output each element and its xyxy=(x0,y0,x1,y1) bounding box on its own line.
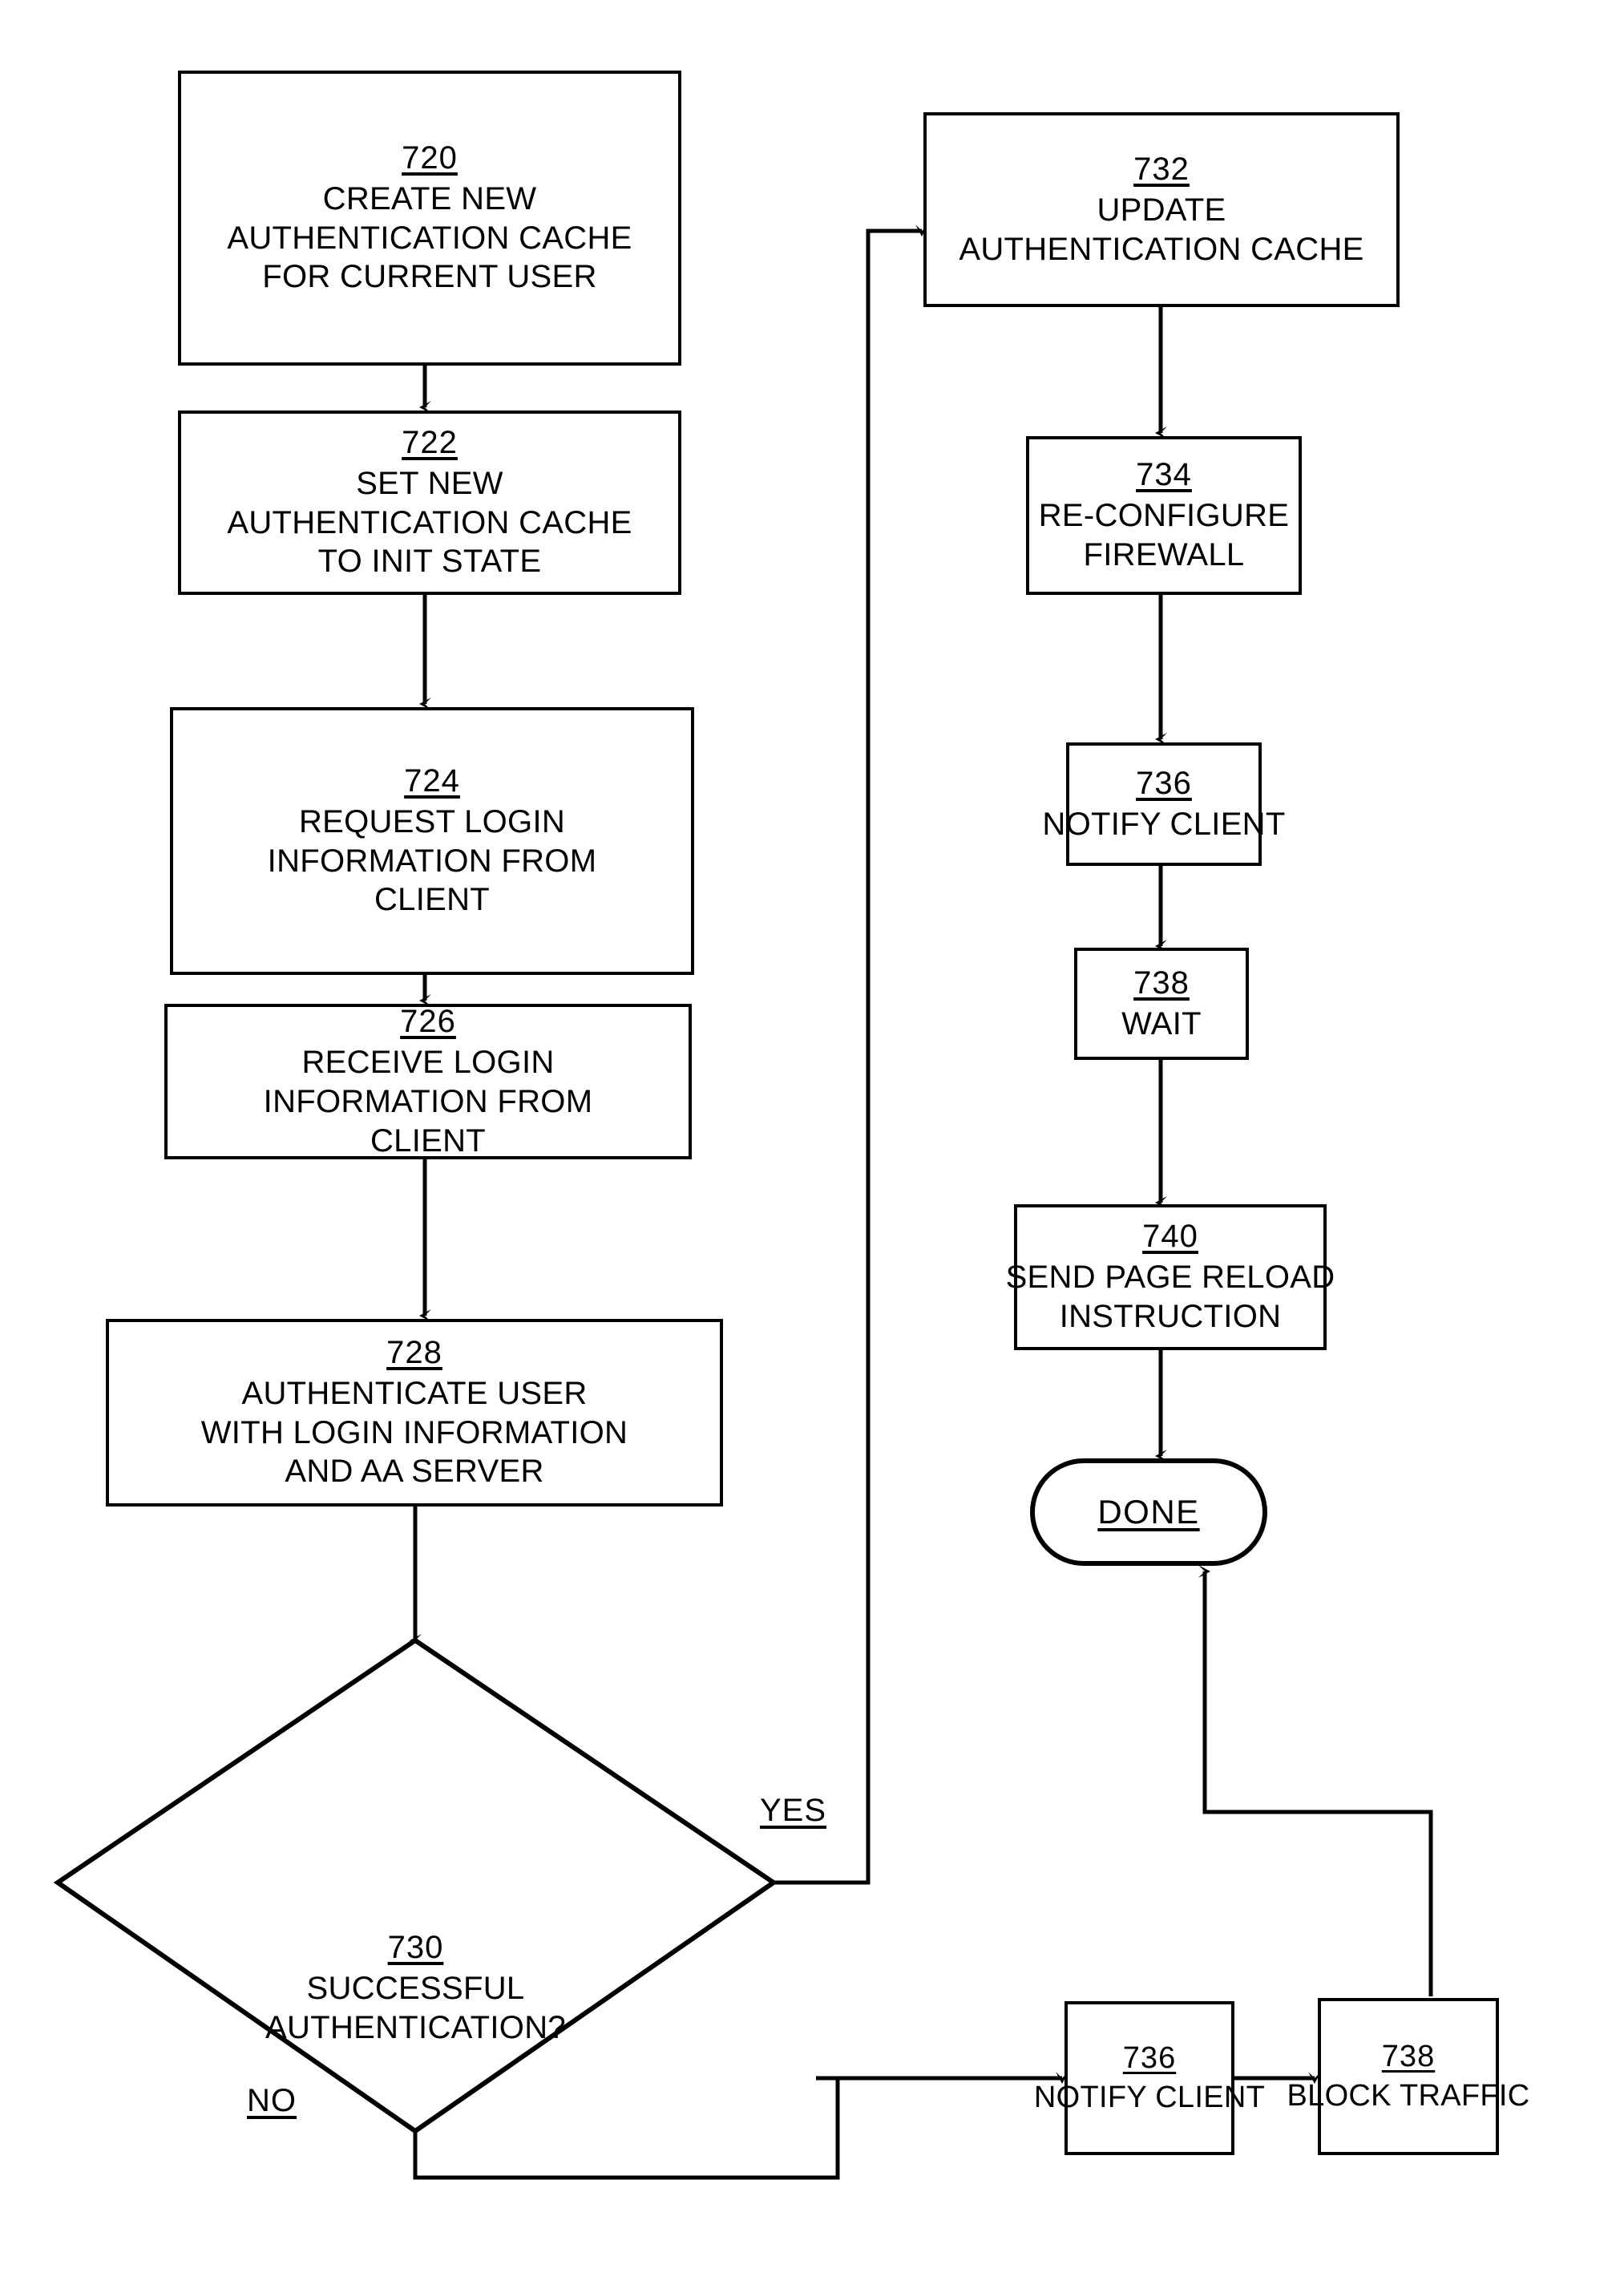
step-number-740: 740 xyxy=(1142,1219,1198,1255)
step-number-730: 730 xyxy=(387,1930,444,1965)
process-box-726[interactable]: 726 RECEIVE LOGIN INFORMATION FROM CLIEN… xyxy=(164,1004,692,1159)
step-text-726: RECEIVE LOGIN INFORMATION FROM CLIENT xyxy=(263,1044,593,1159)
process-box-736-notify[interactable]: 736 NOTIFY CLIENT xyxy=(1042,742,1285,866)
step-number-738-wait: 738 xyxy=(1133,965,1190,1001)
step-number-736: 736 xyxy=(1136,765,1192,801)
process-box-734[interactable]: 734 RE-CONFIGURE FIREWALL xyxy=(1026,436,1302,595)
step-number-726: 726 xyxy=(400,1003,456,1039)
step-text-722: SET NEW AUTHENTICATION CACHE TO INIT STA… xyxy=(227,465,632,580)
step-text-724: REQUEST LOGIN INFORMATION FROM CLIENT xyxy=(267,803,597,918)
step-text-738-block: BLOCK TRAFFIC xyxy=(1287,2078,1530,2113)
decision-question-730: SUCCESSFUL AUTHENTICATION? xyxy=(265,1971,566,2045)
step-text-736-bottom: NOTIFY CLIENT xyxy=(1033,2080,1266,2114)
edge-738block-done xyxy=(1198,1565,1433,1996)
edge-label-yes: YES xyxy=(760,1793,827,1828)
process-box-738-block-traffic[interactable]: 738 BLOCK TRAFFIC xyxy=(1287,1998,1529,2155)
step-text-736: NOTIFY CLIENT xyxy=(1042,806,1286,842)
decision-text-730: 730 SUCCESSFUL AUTHENTICATION? xyxy=(58,1929,774,2048)
step-number-736-bottom: 736 xyxy=(1122,2040,1177,2075)
step-number-738-block: 738 xyxy=(1381,2039,1436,2073)
edge-yes-730-732 xyxy=(774,224,928,1885)
process-box-738-wait[interactable]: 738 WAIT xyxy=(1074,948,1249,1060)
step-text-720: CREATE NEW AUTHENTICATION CACHE FOR CURR… xyxy=(227,180,632,295)
edge-label-no: NO xyxy=(247,2083,297,2118)
step-text-732: UPDATE AUTHENTICATION CACHE xyxy=(959,192,1364,267)
figure-canvas: 720 CREATE NEW AUTHENTICATION CACHE FOR … xyxy=(0,0,1624,2281)
process-box-732[interactable]: 732 UPDATE AUTHENTICATION CACHE xyxy=(923,112,1400,307)
decision-box-730[interactable]: 730 SUCCESSFUL AUTHENTICATION? xyxy=(58,1640,774,2131)
terminal-done-label: DONE xyxy=(1097,1493,1200,1531)
step-text-734: RE-CONFIGURE FIREWALL xyxy=(1038,498,1290,573)
process-box-724[interactable]: 724 REQUEST LOGIN INFORMATION FROM CLIEN… xyxy=(170,707,694,975)
step-number-734: 734 xyxy=(1136,457,1192,493)
process-box-728[interactable]: 728 AUTHENTICATE USER WITH LOGIN INFORMA… xyxy=(106,1319,723,1507)
process-box-720[interactable]: 720 CREATE NEW AUTHENTICATION CACHE FOR … xyxy=(178,71,681,366)
process-box-722[interactable]: 722 SET NEW AUTHENTICATION CACHE TO INIT… xyxy=(178,410,681,595)
step-text-728: AUTHENTICATE USER WITH LOGIN INFORMATION… xyxy=(200,1375,628,1490)
step-number-724: 724 xyxy=(404,762,460,799)
step-text-740: SEND PAGE RELOAD INSTRUCTION xyxy=(1005,1260,1335,1335)
step-number-720: 720 xyxy=(402,140,458,176)
step-number-728: 728 xyxy=(386,1334,442,1370)
step-number-732: 732 xyxy=(1133,151,1190,187)
step-number-722: 722 xyxy=(402,424,458,460)
step-text-738-wait: WAIT xyxy=(1121,1005,1202,1041)
process-box-740[interactable]: 740 SEND PAGE RELOAD INSTRUCTION xyxy=(1006,1204,1335,1350)
process-box-736-notify-bottom[interactable]: 736 NOTIFY CLIENT xyxy=(1034,2001,1265,2155)
